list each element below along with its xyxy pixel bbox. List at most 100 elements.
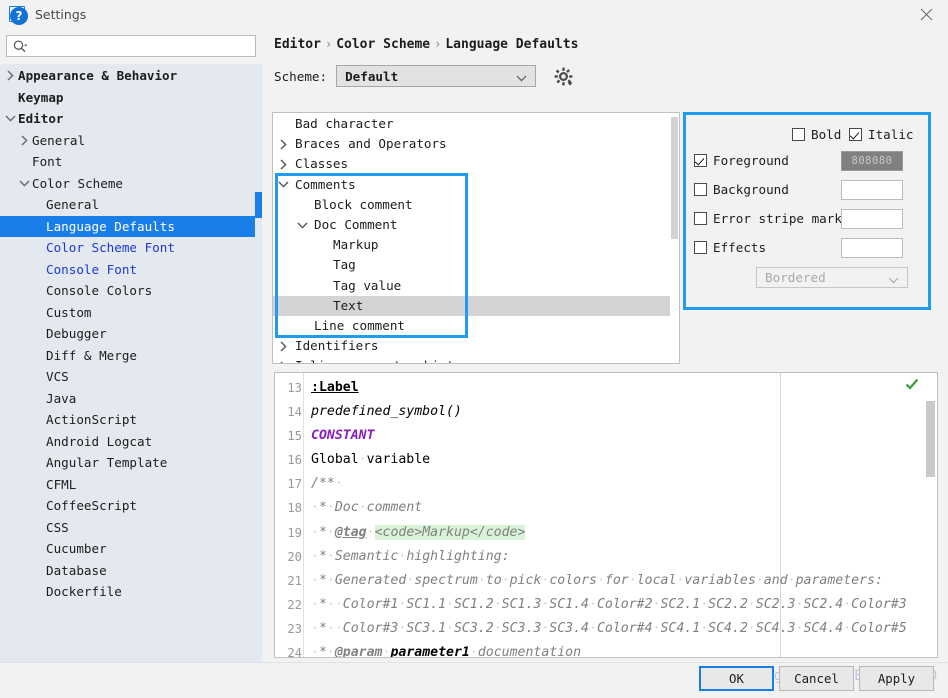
chevron-down-icon[interactable] (18, 173, 30, 195)
background-color-swatch[interactable] (841, 180, 903, 200)
sidebar-item-language-defaults[interactable]: Language Defaults (0, 216, 262, 238)
settings-category-tree[interactable]: Appearance & BehaviorKeymapEditorGeneral… (0, 64, 262, 662)
sidebar-item-editor[interactable]: Editor (0, 108, 262, 130)
sidebar-item-keymap[interactable]: Keymap (0, 87, 262, 109)
effects-color-swatch[interactable] (841, 238, 903, 258)
attribute-item-block-comment[interactable]: Block comment (273, 195, 680, 215)
chevron-right-icon[interactable] (277, 356, 290, 364)
inspection-ok-icon[interactable] (905, 377, 919, 391)
foreground-checkbox[interactable] (694, 154, 707, 167)
sidebar-item-custom[interactable]: Custom (0, 302, 262, 324)
attribute-item-tag-value[interactable]: Tag value (273, 276, 680, 296)
line-number: 18 (275, 496, 302, 520)
sidebar-item-color-scheme-font[interactable]: Color Scheme Font (0, 237, 262, 259)
sidebar-item-android-logcat[interactable]: Android Logcat (0, 431, 262, 453)
attribute-item-classes[interactable]: Classes (273, 154, 680, 174)
sidebar-item-actionscript[interactable]: ActionScript (0, 409, 262, 431)
attribute-item-inline-parameter-hints[interactable]: Inline parameter hints (273, 356, 680, 364)
sidebar-item-coffeescript[interactable]: CoffeeScript (0, 495, 262, 517)
ok-button[interactable]: OK (699, 666, 774, 691)
sidebar-item-vcs[interactable]: VCS (0, 366, 262, 388)
sidebar-item-appearance-behavior[interactable]: Appearance & Behavior (0, 65, 262, 87)
chevron-down-icon[interactable] (296, 215, 309, 235)
chevron-down-icon[interactable] (4, 108, 16, 130)
code-line-content: /**· (311, 472, 343, 496)
sidebar-item-angular-template[interactable]: Angular Template (0, 452, 262, 474)
code-token: · (335, 476, 343, 491)
sidebar-item-console-font[interactable]: Console Font (0, 259, 262, 281)
error-stripe-checkbox-row[interactable]: Error stripe mark (694, 211, 842, 226)
code-token: SC1.4 (549, 597, 589, 612)
foreground-checkbox-row[interactable]: Foreground (694, 153, 789, 168)
foreground-color-swatch[interactable]: 808080 (841, 151, 903, 171)
background-checkbox-row[interactable]: Background (694, 182, 789, 197)
effects-checkbox-row[interactable]: Effects (694, 240, 766, 255)
attribute-item-braces-and-operators[interactable]: Braces and Operators (273, 134, 680, 154)
sidebar-item-color-scheme[interactable]: Color Scheme (0, 173, 262, 195)
attribute-item-tag[interactable]: Tag (273, 255, 680, 275)
chevron-right-icon[interactable] (18, 130, 30, 152)
code-token: Color#4 (597, 621, 653, 636)
preview-scrollbar-thumb[interactable] (926, 401, 935, 477)
help-button[interactable]: ? (10, 7, 28, 25)
attribute-tree-scrollbar[interactable] (670, 113, 679, 363)
line-number: 21 (275, 569, 302, 593)
attribute-item-bad-character[interactable]: Bad character (273, 114, 680, 134)
effect-type-select[interactable]: Bordered (756, 267, 908, 288)
bold-checkbox[interactable] (792, 128, 805, 141)
cancel-button[interactable]: Cancel (779, 666, 854, 691)
code-token: <code>Markup</code> (375, 525, 526, 540)
sidebar-item-css[interactable]: CSS (0, 517, 262, 539)
code-token: SC3.2 (454, 621, 494, 636)
code-token: SC4.4 (803, 621, 843, 636)
bold-checkbox-row[interactable]: Bold (792, 127, 841, 142)
sidebar-item-font[interactable]: Font (0, 151, 262, 173)
search-input[interactable] (6, 35, 256, 57)
code-line: 20·*·Semantic·highlighting: (275, 545, 937, 569)
apply-button[interactable]: Apply (859, 666, 934, 691)
attribute-item-markup[interactable]: Markup (273, 235, 680, 255)
sidebar-item-label: CFML (46, 474, 76, 496)
attribute-item-text[interactable]: Text (273, 296, 680, 316)
sidebar-item-cucumber[interactable]: Cucumber (0, 538, 262, 560)
settings-sidebar: Appearance & BehaviorKeymapEditorGeneral… (0, 28, 262, 662)
background-checkbox[interactable] (694, 183, 707, 196)
italic-checkbox-row[interactable]: Italic (849, 127, 914, 142)
sidebar-item-console-colors[interactable]: Console Colors (0, 280, 262, 302)
scheme-settings-gear-button[interactable] (552, 65, 574, 87)
effects-checkbox[interactable] (694, 241, 707, 254)
attribute-item-identifiers[interactable]: Identifiers (273, 336, 680, 356)
chevron-right-icon[interactable] (277, 336, 290, 356)
sidebar-item-java[interactable]: Java (0, 388, 262, 410)
color-attribute-tree[interactable]: Bad characterBraces and OperatorsClasses… (272, 112, 680, 364)
chevron-right-icon[interactable] (4, 65, 16, 87)
sidebar-item-cfml[interactable]: CFML (0, 474, 262, 496)
preview-scrollbar[interactable] (924, 373, 937, 657)
attribute-tree-scrollbar-thumb[interactable] (671, 117, 678, 239)
breadcrumb-part[interactable]: Color Scheme (336, 37, 430, 52)
sidebar-scrollbar[interactable] (255, 64, 262, 662)
attribute-item-line-comment[interactable]: Line comment (273, 316, 680, 336)
italic-checkbox[interactable] (849, 128, 862, 141)
close-icon[interactable] (904, 0, 948, 28)
sidebar-item-general[interactable]: General (0, 130, 262, 152)
sidebar-item-general[interactable]: General (0, 194, 262, 216)
sidebar-item-diff-merge[interactable]: Diff & Merge (0, 345, 262, 367)
breadcrumb-part[interactable]: Editor (274, 37, 321, 52)
scheme-select[interactable]: Default (336, 65, 536, 87)
sidebar-scrollbar-thumb[interactable] (255, 192, 262, 218)
sidebar-item-label: Color Scheme (32, 173, 123, 195)
color-preview-editor[interactable]: 13:Label14predefined_symbol()15CONSTANT1… (274, 372, 938, 658)
sidebar-item-debugger[interactable]: Debugger (0, 323, 262, 345)
attribute-item-comments[interactable]: Comments (273, 175, 680, 195)
chevron-right-icon[interactable] (277, 154, 290, 174)
breadcrumb-part[interactable]: Language Defaults (445, 37, 578, 52)
sidebar-item-database[interactable]: Database (0, 560, 262, 582)
attribute-item-doc-comment[interactable]: Doc Comment (273, 215, 680, 235)
error-stripe-color-swatch[interactable] (841, 209, 903, 229)
sidebar-item-dockerfile[interactable]: Dockerfile (0, 581, 262, 603)
error-stripe-checkbox[interactable] (694, 212, 707, 225)
chevron-down-icon[interactable] (277, 175, 290, 195)
code-token: · (494, 621, 502, 636)
chevron-right-icon[interactable] (277, 134, 290, 154)
